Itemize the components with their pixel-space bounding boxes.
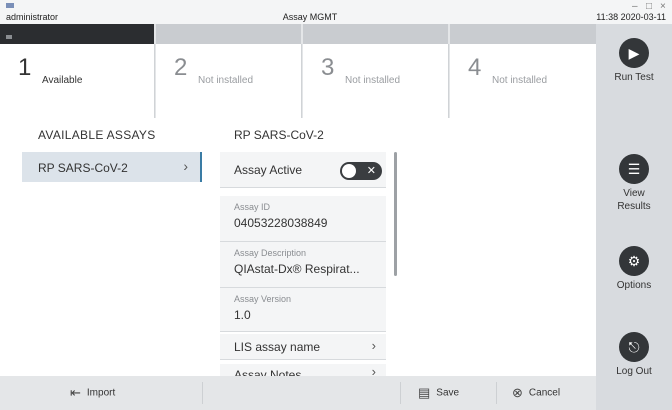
- clock: 11:38 2020-03-11: [596, 12, 666, 22]
- chevron-right-icon: ›: [371, 338, 376, 353]
- cancel-label: Cancel: [528, 387, 561, 399]
- tab-number: 2: [174, 54, 188, 81]
- assay-description-row: Assay Description QIAstat-Dx® Respirat..…: [220, 242, 386, 288]
- window-title: Assay MGMT: [282, 12, 338, 22]
- assay-version-caption: Assay Version: [234, 294, 292, 304]
- assay-notes-label: Assay Notes: [234, 368, 302, 376]
- right-sidebar: ▶ Run Test ☰ View Results ⚙ Options ⎋ Lo…: [596, 24, 672, 410]
- logout-icon: ⎋: [619, 332, 649, 362]
- import-label: Import: [86, 387, 116, 399]
- module-tabs: 1 Available 2 Not installed 3 Not instal…: [0, 24, 596, 118]
- assay-version-row: Assay Version 1.0: [220, 288, 386, 332]
- bottom-bar: ⇤ Import ▤ Save ⊗ Cancel: [0, 376, 596, 410]
- assay-notes-row[interactable]: Assay Notes ›: [220, 364, 386, 376]
- run-test-button[interactable]: ▶ Run Test: [596, 38, 672, 85]
- toggle-knob: [342, 164, 356, 178]
- options-label: Options: [616, 280, 652, 291]
- assay-description-caption: Assay Description: [234, 248, 307, 258]
- assay-active-row: Assay Active ✕: [220, 152, 386, 188]
- log-out-label: Log Out: [616, 366, 652, 377]
- cancel-icon: ⊗: [512, 385, 523, 400]
- cancel-button[interactable]: ⊗ Cancel: [512, 385, 560, 401]
- tab-label: Not installed: [345, 75, 401, 86]
- assay-description-value: QIAstat-Dx® Respirat...: [234, 262, 360, 276]
- module-status-strip: [0, 24, 154, 44]
- module-indicator-icon: [6, 35, 12, 39]
- assay-detail-panel: RP SARS-CoV-2 Assay Active ✕ Assay ID 04…: [204, 118, 400, 376]
- assay-id-value: 04053228038849: [234, 216, 328, 230]
- main-content: AVAILABLE ASSAYS RP SARS-CoV-2 › RP SARS…: [0, 118, 596, 376]
- divider: [400, 382, 401, 404]
- assay-list-item[interactable]: RP SARS-CoV-2 ›: [22, 152, 202, 182]
- import-button[interactable]: ⇤ Import: [70, 385, 115, 401]
- tab-number: 3: [321, 54, 335, 81]
- tab-number: 4: [468, 54, 482, 81]
- available-assays-panel: AVAILABLE ASSAYS RP SARS-CoV-2 ›: [22, 118, 202, 376]
- close-icon: ✕: [366, 165, 376, 177]
- lis-assay-name-row[interactable]: LIS assay name ›: [220, 334, 386, 360]
- chevron-right-icon: ›: [183, 158, 188, 174]
- log-out-button[interactable]: ⎋ Log Out: [596, 332, 672, 379]
- view-results-line-1: View: [623, 188, 645, 199]
- minimize-icon[interactable]: –: [632, 1, 638, 12]
- app-window: administrator Assay MGMT 11:38 2020-03-1…: [0, 0, 672, 410]
- list-icon: ☰: [619, 154, 649, 184]
- assay-version-value: 1.0: [234, 308, 251, 322]
- assay-detail-title: RP SARS-CoV-2: [234, 128, 324, 142]
- tab-label: Not installed: [492, 75, 548, 86]
- tab-module-1[interactable]: 1 Available: [0, 24, 155, 118]
- assay-active-label: Assay Active: [234, 163, 303, 177]
- save-label: Save: [436, 387, 460, 399]
- title-bar: administrator Assay MGMT 11:38 2020-03-1…: [0, 0, 672, 24]
- assay-item-label: RP SARS-CoV-2: [38, 161, 128, 175]
- module-status-strip: [156, 24, 301, 44]
- tab-label: Not installed: [198, 75, 254, 86]
- divider: [202, 382, 203, 404]
- close-icon[interactable]: ×: [660, 1, 666, 12]
- tab-number: 1: [18, 54, 32, 81]
- run-test-label: Run Test: [614, 72, 654, 83]
- available-assays-header: AVAILABLE ASSAYS: [38, 128, 156, 142]
- gear-icon: ⚙: [619, 246, 649, 276]
- play-icon: ▶: [619, 38, 649, 68]
- options-button[interactable]: ⚙ Options: [596, 246, 672, 293]
- lis-assay-name-label: LIS assay name: [234, 340, 321, 354]
- module-status-strip: [450, 24, 596, 44]
- view-results-line-2: Results: [617, 200, 651, 212]
- save-button[interactable]: ▤ Save: [418, 385, 459, 401]
- tab-module-2[interactable]: 2 Not installed: [156, 24, 302, 118]
- tab-label: Available: [42, 75, 83, 86]
- assay-active-toggle[interactable]: ✕: [340, 162, 382, 180]
- assay-id-row: Assay ID 04053228038849: [220, 196, 386, 242]
- app-icon: [6, 3, 14, 8]
- tab-module-3[interactable]: 3 Not installed: [303, 24, 449, 118]
- import-icon: ⇤: [70, 385, 81, 400]
- view-results-label: View Results: [596, 188, 672, 213]
- divider: [496, 382, 497, 404]
- assay-id-caption: Assay ID: [234, 202, 271, 212]
- module-status-strip: [303, 24, 448, 44]
- detail-scrollbar[interactable]: [394, 152, 397, 276]
- maximize-icon[interactable]: □: [646, 1, 652, 12]
- save-icon: ▤: [418, 385, 431, 400]
- chevron-right-icon: ›: [371, 364, 376, 376]
- tab-module-4[interactable]: 4 Not installed: [450, 24, 596, 118]
- view-results-button[interactable]: ☰ View Results: [596, 154, 672, 213]
